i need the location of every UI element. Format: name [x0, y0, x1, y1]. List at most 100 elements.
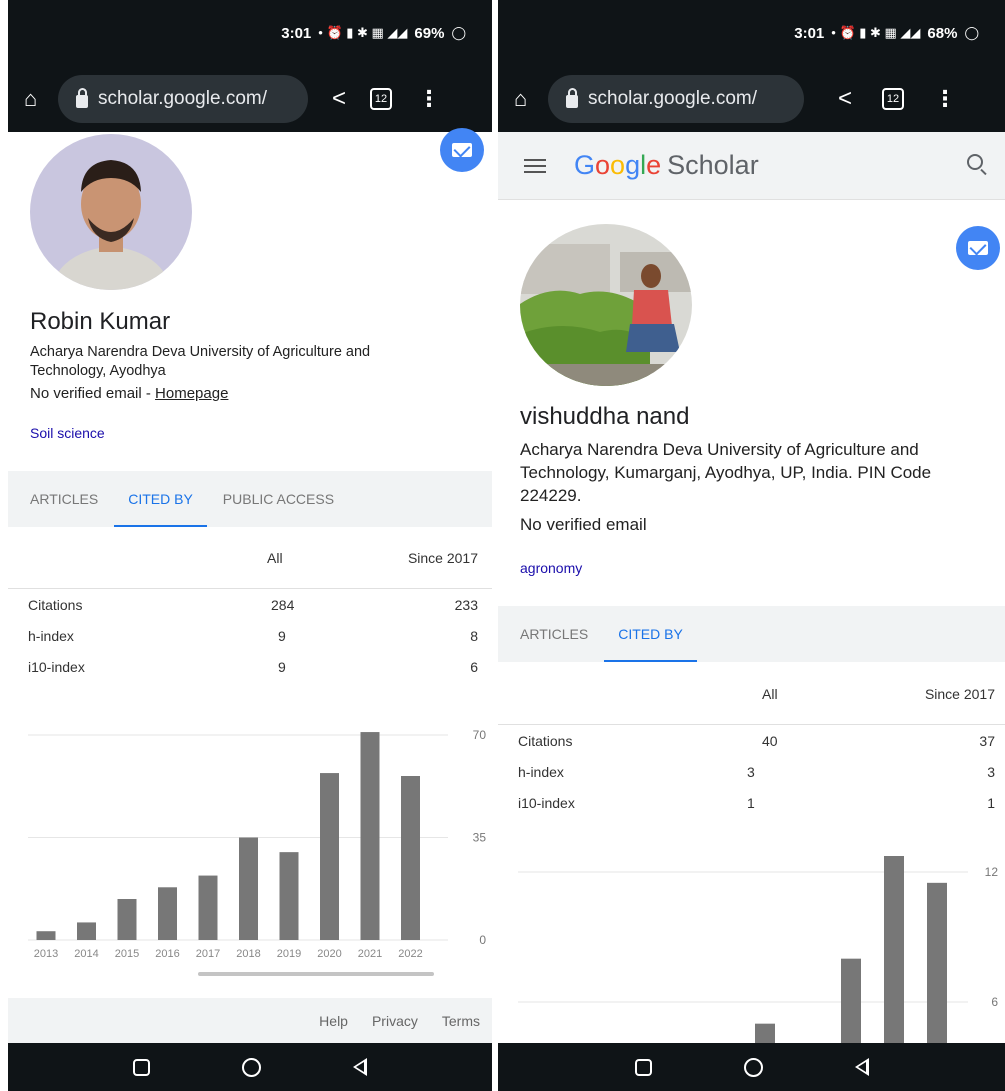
- url-text: scholar.google.com/: [588, 88, 757, 109]
- x-tick-label: 2019: [277, 948, 301, 960]
- col-since-header: Since 2017: [407, 549, 478, 566]
- home-nav-icon[interactable]: [242, 1057, 261, 1077]
- row-since-value: 1: [987, 794, 995, 811]
- back-icon[interactable]: [854, 1058, 869, 1076]
- tab-articles[interactable]: ARTICLES: [30, 471, 98, 527]
- battery-icon: ◯: [964, 25, 979, 40]
- tab-switcher-button[interactable]: 12: [882, 88, 905, 110]
- chart-bar: [884, 856, 904, 1044]
- status-time: 3:01: [281, 24, 312, 42]
- chart-bar: [401, 776, 420, 940]
- verified-email-line: No verified email - Homepage: [30, 385, 228, 402]
- row-label: i10-index: [28, 658, 85, 675]
- citations-per-year-chart: 6 12: [498, 856, 1005, 1044]
- y-tick-label: 0: [479, 933, 486, 947]
- tab-cited-by[interactable]: CITED BY: [114, 471, 207, 527]
- follow-button[interactable]: [440, 128, 484, 172]
- recents-icon[interactable]: [133, 1058, 150, 1076]
- android-nav-bar: [498, 1043, 1005, 1091]
- chart-bar: [239, 837, 258, 940]
- citation-stats-table: All Since 2017 Citations 284 233 h-index…: [8, 527, 492, 682]
- envelope-icon: [968, 241, 988, 255]
- row-all-value: 40: [762, 732, 778, 749]
- profile-name: Robin Kumar: [30, 308, 171, 335]
- chart-bar: [841, 958, 861, 1044]
- scholar-header: Google Scholar: [498, 132, 1005, 200]
- logo-letter: e: [646, 150, 662, 180]
- overflow-menu-icon[interactable]: ⋮: [418, 86, 440, 112]
- home-icon[interactable]: ⌂: [514, 86, 548, 112]
- tab-articles[interactable]: ARTICLES: [520, 606, 588, 662]
- chart-scrollbar: [198, 972, 434, 976]
- chart-bar: [755, 1023, 775, 1044]
- avatar: [30, 134, 192, 290]
- research-interest-link[interactable]: Soil science: [30, 425, 105, 441]
- address-bar[interactable]: scholar.google.com/: [548, 75, 804, 123]
- x-tick-label: 2015: [115, 948, 139, 960]
- chart-bar: [158, 887, 177, 940]
- browser-toolbar: ⌂ scholar.google.com/ < 12 ⋮: [8, 66, 492, 132]
- browser-toolbar: ⌂ scholar.google.com/ < 12 ⋮: [498, 66, 1005, 132]
- x-tick-label: 2018: [236, 948, 260, 960]
- tab-public-access[interactable]: PUBLIC ACCESS: [223, 471, 334, 527]
- table-row: Citations 40 37: [498, 725, 1005, 756]
- home-nav-icon[interactable]: [743, 1057, 763, 1077]
- help-link[interactable]: Help: [319, 1013, 348, 1029]
- row-since-value: 8: [470, 627, 478, 644]
- battery-icon: ◯: [451, 25, 466, 40]
- footer-links: Help Privacy Terms: [8, 998, 492, 1044]
- x-tick-label: 2013: [34, 948, 58, 960]
- research-interest-link[interactable]: agronomy: [520, 560, 582, 576]
- right-phone-screen: 3:01 • ⏰ ▮ ✱ ▦ ◢◢ 68% ◯ ⌂ scholar.google…: [498, 0, 1005, 1091]
- chart-bar: [198, 875, 218, 940]
- homepage-link[interactable]: Homepage: [155, 385, 228, 402]
- menu-icon[interactable]: [524, 158, 546, 173]
- chart-bar: [117, 899, 137, 940]
- avatar: [520, 224, 692, 386]
- home-icon[interactable]: ⌂: [24, 86, 58, 112]
- overflow-menu-icon[interactable]: ⋮: [934, 86, 956, 112]
- recents-icon[interactable]: [634, 1058, 652, 1076]
- status-icons: • ⏰ ▮ ✱ ▦ ◢◢: [831, 25, 921, 40]
- row-all-value: 9: [278, 658, 286, 675]
- terms-link[interactable]: Terms: [442, 1013, 480, 1029]
- table-row: Citations 284 233: [8, 589, 492, 620]
- share-icon[interactable]: <: [838, 85, 852, 113]
- row-since-value: 37: [979, 732, 995, 749]
- row-label: h-index: [518, 763, 564, 780]
- citations-per-year-chart: 0 35 70 2013 2014 2015 2016 2017 2018 2019 2020 202…: [8, 722, 492, 992]
- status-time: 3:01: [794, 24, 825, 42]
- y-tick-label: 12: [985, 865, 999, 879]
- logo-letter: o: [595, 150, 611, 180]
- row-all-value: 3: [747, 763, 755, 780]
- status-bar: 3:01 • ⏰ ▮ ✱ ▦ ◢◢ 69% ◯: [8, 0, 492, 66]
- chart-bar: [360, 732, 380, 940]
- search-icon[interactable]: [967, 154, 983, 170]
- row-label: h-index: [28, 627, 74, 644]
- y-tick-label: 35: [473, 831, 487, 845]
- profile-affiliation: Acharya Narendra Deva University of Agri…: [520, 440, 932, 505]
- stats-header-row: All Since 2017: [8, 527, 492, 589]
- google-scholar-logo[interactable]: Google Scholar: [574, 150, 759, 181]
- lock-icon: [76, 87, 88, 108]
- share-icon[interactable]: <: [332, 85, 346, 113]
- privacy-link[interactable]: Privacy: [372, 1013, 418, 1029]
- follow-button[interactable]: [956, 226, 1000, 270]
- tab-cited-by[interactable]: CITED BY: [604, 606, 697, 662]
- x-tick-label: 2014: [74, 948, 98, 960]
- row-label: i10-index: [518, 794, 575, 811]
- status-bar: 3:01 • ⏰ ▮ ✱ ▦ ◢◢ 68% ◯: [498, 0, 1005, 66]
- col-all-header: All: [267, 549, 283, 566]
- table-row: i10-index 1 1: [498, 787, 1005, 818]
- col-all-header: All: [762, 685, 778, 702]
- back-icon[interactable]: [353, 1058, 367, 1076]
- tab-switcher-button[interactable]: 12: [370, 88, 393, 110]
- address-bar[interactable]: scholar.google.com/: [58, 75, 308, 123]
- x-tick-label: 2016: [155, 948, 179, 960]
- profile-name: vishuddha nand: [520, 403, 690, 430]
- android-nav-bar: [8, 1043, 492, 1091]
- chart-bar: [279, 852, 299, 940]
- battery-level: 68%: [927, 24, 958, 42]
- col-since-header: Since 2017: [924, 685, 995, 702]
- chart-svg: 0 35 70 2013 2014 2015 2016 2017 2018 2019 2020 202…: [28, 728, 487, 976]
